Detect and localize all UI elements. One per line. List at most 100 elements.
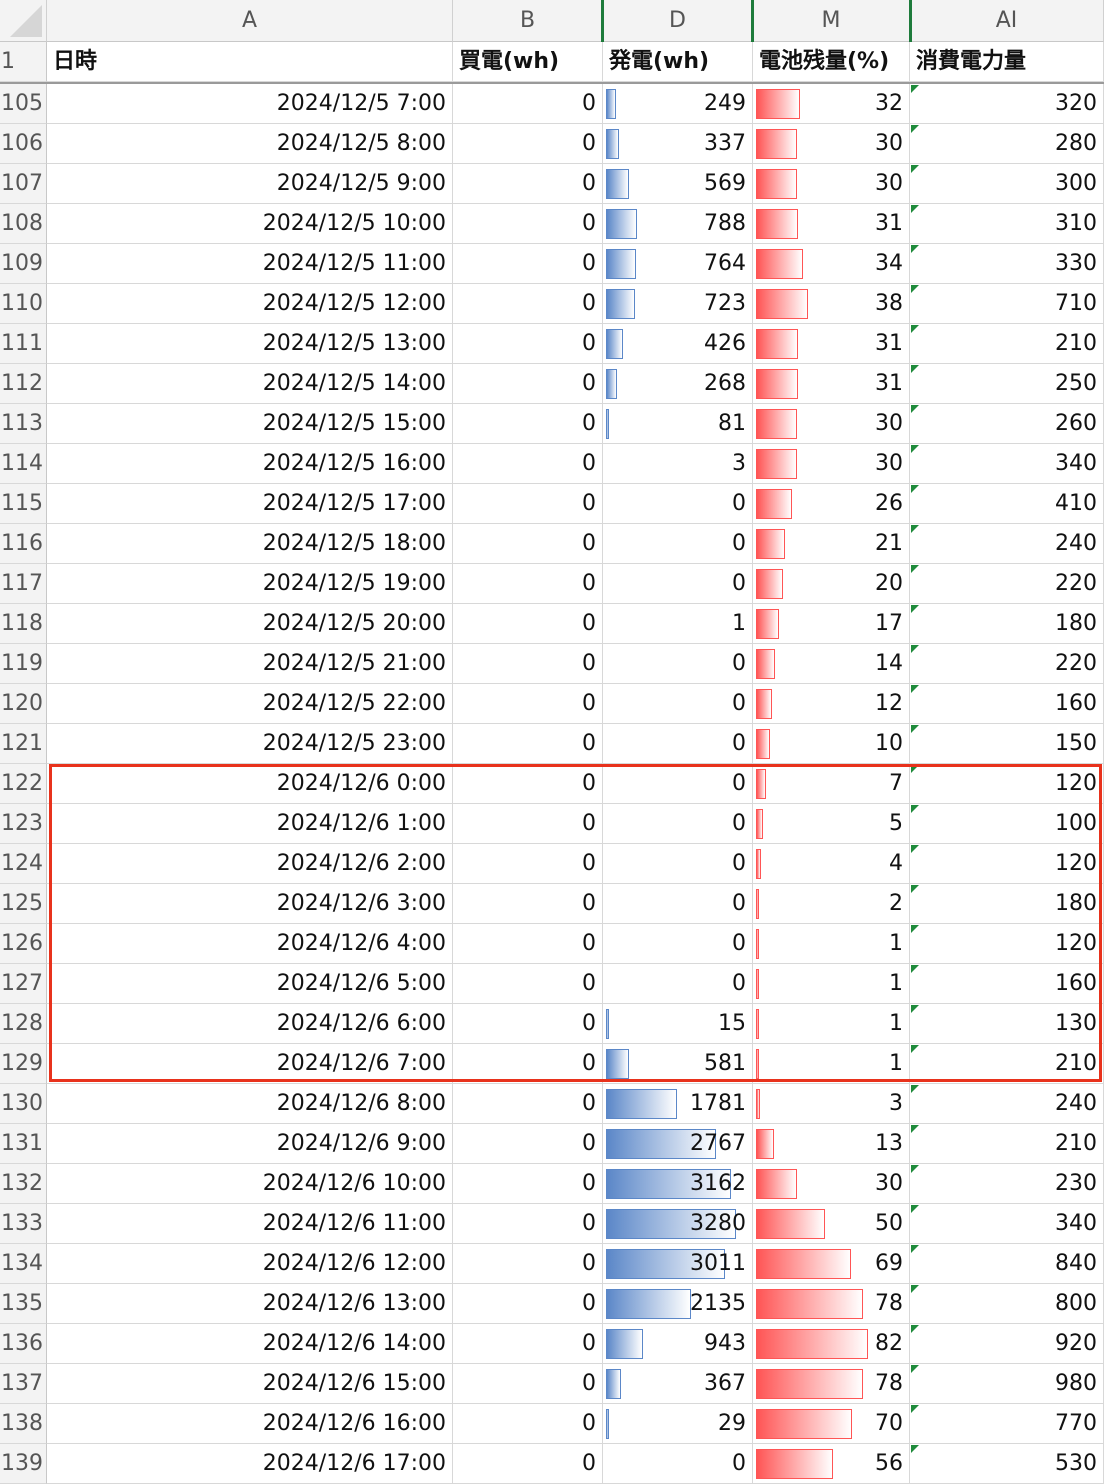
cell-datetime[interactable]: 2024/12/6 11:00 [47, 1204, 453, 1244]
cell-generated[interactable]: 764 [603, 244, 753, 284]
row-header[interactable]: 129 [0, 1044, 47, 1084]
header-cell-datetime[interactable]: 日時 [47, 42, 453, 82]
cell-battery[interactable]: 20 [753, 564, 910, 604]
row-header[interactable]: 137 [0, 1364, 47, 1404]
cell-datetime[interactable]: 2024/12/6 4:00 [47, 924, 453, 964]
cell-purchased[interactable]: 0 [453, 764, 603, 804]
cell-battery[interactable]: 38 [753, 284, 910, 324]
cell-battery[interactable]: 17 [753, 604, 910, 644]
cell-battery[interactable]: 21 [753, 524, 910, 564]
cell-battery[interactable]: 31 [753, 204, 910, 244]
row-header[interactable]: 108 [0, 204, 47, 244]
row-header[interactable]: 133 [0, 1204, 47, 1244]
cell-battery[interactable]: 82 [753, 1324, 910, 1364]
cell-consumption[interactable]: 210 [910, 324, 1104, 364]
cell-battery[interactable]: 30 [753, 444, 910, 484]
cell-generated[interactable]: 788 [603, 204, 753, 244]
cell-battery[interactable]: 10 [753, 724, 910, 764]
cell-battery[interactable]: 1 [753, 964, 910, 1004]
cell-generated[interactable]: 0 [603, 644, 753, 684]
cell-consumption[interactable]: 180 [910, 604, 1104, 644]
cell-generated[interactable]: 0 [603, 524, 753, 564]
cell-battery[interactable]: 78 [753, 1364, 910, 1404]
row-header[interactable]: 113 [0, 404, 47, 444]
cell-purchased[interactable]: 0 [453, 1364, 603, 1404]
cell-generated[interactable]: 0 [603, 684, 753, 724]
cell-datetime[interactable]: 2024/12/5 14:00 [47, 364, 453, 404]
cell-consumption[interactable]: 220 [910, 644, 1104, 684]
cell-battery[interactable]: 32 [753, 84, 910, 124]
cell-purchased[interactable]: 0 [453, 124, 603, 164]
cell-purchased[interactable]: 0 [453, 644, 603, 684]
cell-datetime[interactable]: 2024/12/5 17:00 [47, 484, 453, 524]
cell-purchased[interactable]: 0 [453, 964, 603, 1004]
cell-datetime[interactable]: 2024/12/5 8:00 [47, 124, 453, 164]
cell-purchased[interactable]: 0 [453, 1044, 603, 1084]
cell-battery[interactable]: 1 [753, 1044, 910, 1084]
cell-battery[interactable]: 30 [753, 124, 910, 164]
cell-battery[interactable]: 78 [753, 1284, 910, 1324]
cell-consumption[interactable]: 980 [910, 1364, 1104, 1404]
cell-battery[interactable]: 7 [753, 764, 910, 804]
cell-datetime[interactable]: 2024/12/5 20:00 [47, 604, 453, 644]
cell-consumption[interactable]: 710 [910, 284, 1104, 324]
cell-consumption[interactable]: 410 [910, 484, 1104, 524]
cell-datetime[interactable]: 2024/12/6 6:00 [47, 1004, 453, 1044]
select-all-corner[interactable] [0, 0, 47, 42]
cell-datetime[interactable]: 2024/12/6 9:00 [47, 1124, 453, 1164]
cell-generated[interactable]: 0 [603, 724, 753, 764]
cell-consumption[interactable]: 120 [910, 764, 1104, 804]
cell-generated[interactable]: 2767 [603, 1124, 753, 1164]
cell-generated[interactable]: 2135 [603, 1284, 753, 1324]
row-header[interactable]: 115 [0, 484, 47, 524]
cell-purchased[interactable]: 0 [453, 804, 603, 844]
cell-battery[interactable]: 12 [753, 684, 910, 724]
cell-datetime[interactable]: 2024/12/6 17:00 [47, 1444, 453, 1484]
cell-datetime[interactable]: 2024/12/5 22:00 [47, 684, 453, 724]
cell-consumption[interactable]: 100 [910, 804, 1104, 844]
cell-battery[interactable]: 30 [753, 1164, 910, 1204]
cell-generated[interactable]: 943 [603, 1324, 753, 1364]
cell-battery[interactable]: 13 [753, 1124, 910, 1164]
cell-generated[interactable]: 3280 [603, 1204, 753, 1244]
cell-battery[interactable]: 26 [753, 484, 910, 524]
cell-purchased[interactable]: 0 [453, 164, 603, 204]
cell-consumption[interactable]: 250 [910, 364, 1104, 404]
cell-battery[interactable]: 2 [753, 884, 910, 924]
cell-consumption[interactable]: 920 [910, 1324, 1104, 1364]
cell-generated[interactable]: 3162 [603, 1164, 753, 1204]
row-header[interactable]: 126 [0, 924, 47, 964]
cell-consumption[interactable]: 530 [910, 1444, 1104, 1484]
cell-generated[interactable]: 581 [603, 1044, 753, 1084]
cell-battery[interactable]: 30 [753, 404, 910, 444]
cell-datetime[interactable]: 2024/12/5 10:00 [47, 204, 453, 244]
cell-consumption[interactable]: 160 [910, 684, 1104, 724]
column-header-b[interactable]: B [453, 0, 603, 42]
cell-datetime[interactable]: 2024/12/5 16:00 [47, 444, 453, 484]
cell-consumption[interactable]: 240 [910, 1084, 1104, 1124]
cell-consumption[interactable]: 130 [910, 1004, 1104, 1044]
row-header[interactable]: 107 [0, 164, 47, 204]
row-header[interactable]: 132 [0, 1164, 47, 1204]
row-header[interactable]: 128 [0, 1004, 47, 1044]
cell-generated[interactable]: 249 [603, 84, 753, 124]
cell-consumption[interactable]: 800 [910, 1284, 1104, 1324]
cell-purchased[interactable]: 0 [453, 244, 603, 284]
cell-generated[interactable]: 1781 [603, 1084, 753, 1124]
column-header-m[interactable]: M [753, 0, 910, 42]
cell-battery[interactable]: 31 [753, 324, 910, 364]
cell-purchased[interactable]: 0 [453, 724, 603, 764]
cell-battery[interactable]: 69 [753, 1244, 910, 1284]
cell-generated[interactable]: 0 [603, 804, 753, 844]
cell-purchased[interactable]: 0 [453, 404, 603, 444]
cell-purchased[interactable]: 0 [453, 924, 603, 964]
cell-battery[interactable]: 3 [753, 1084, 910, 1124]
row-header[interactable]: 130 [0, 1084, 47, 1124]
cell-consumption[interactable]: 120 [910, 844, 1104, 884]
cell-battery[interactable]: 50 [753, 1204, 910, 1244]
row-header[interactable]: 131 [0, 1124, 47, 1164]
cell-generated[interactable]: 0 [603, 484, 753, 524]
row-header[interactable]: 124 [0, 844, 47, 884]
cell-datetime[interactable]: 2024/12/6 15:00 [47, 1364, 453, 1404]
cell-datetime[interactable]: 2024/12/6 12:00 [47, 1244, 453, 1284]
